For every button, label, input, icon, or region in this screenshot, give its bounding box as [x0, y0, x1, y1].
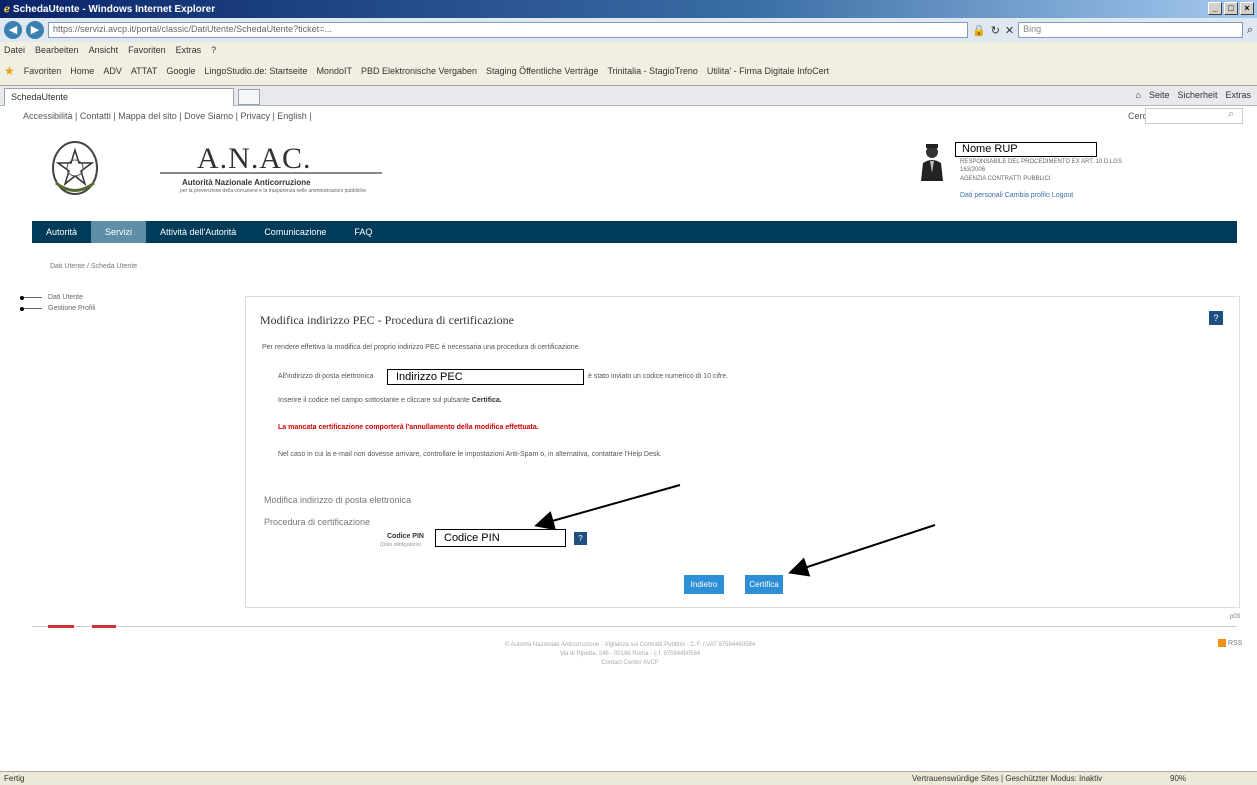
- cmd-tools[interactable]: Extras: [1225, 90, 1251, 100]
- fav-item[interactable]: ATTAT: [131, 66, 158, 76]
- address-bar[interactable]: https://servizi.avcp.it/portal/classic/D…: [48, 22, 968, 38]
- lock-icon[interactable]: 🔒: [972, 24, 986, 37]
- stop-icon[interactable]: ✕: [1005, 24, 1014, 37]
- pec-sentence-start: All'indirizzo di posta elettronica: [278, 373, 374, 380]
- main-nav: Autorità Servizi Attività dell'Autorità …: [32, 221, 1237, 243]
- panel-title: Modifica indirizzo PEC - Procedura di ce…: [260, 313, 514, 327]
- new-tab-button[interactable]: [238, 89, 260, 105]
- nav-autorita[interactable]: Autorità: [32, 221, 91, 243]
- breadcrumb[interactable]: Dati Utente / Scheda Utente: [50, 263, 137, 270]
- pin-required-hint: (Dato obbligatorio): [380, 542, 422, 548]
- nav-faq[interactable]: FAQ: [340, 221, 386, 243]
- nav-servizi[interactable]: Servizi: [91, 221, 147, 243]
- status-bar: Fertig Vertrauenswürdige Sites | Geschüt…: [0, 771, 1257, 785]
- user-avatar-icon: [921, 144, 943, 181]
- footer-line-3[interactable]: Contact Center AVCP: [450, 660, 810, 666]
- footer-line-1: © Autorità Nazionale Anticorruzione - Vi…: [504, 642, 756, 648]
- footer-accent-bar: [92, 625, 116, 628]
- warning-text: La mancata certificazione comporterà l'a…: [278, 424, 539, 431]
- menu-favorites[interactable]: Favoriten: [128, 45, 166, 55]
- status-text: Fertig: [4, 774, 25, 783]
- favorites-star-icon[interactable]: ★: [4, 64, 15, 78]
- fav-item[interactable]: ADV: [103, 66, 122, 76]
- nav-attivita[interactable]: Attività dell'Autorità: [146, 221, 250, 243]
- rss-link[interactable]: RSS: [1218, 639, 1242, 647]
- user-role-year: 163/2006: [960, 167, 986, 173]
- menu-view[interactable]: Ansicht: [89, 45, 119, 55]
- pin-input[interactable]: Codice PIN: [435, 529, 566, 547]
- cmd-security[interactable]: Sicherheit: [1177, 90, 1217, 100]
- tree-item-label: Dati Utente: [48, 294, 84, 301]
- pec-address: Indirizzo PEC: [387, 369, 584, 385]
- help-icon[interactable]: ?: [1209, 311, 1223, 325]
- fav-item[interactable]: Utilita' - Firma Digitale InfoCert: [707, 66, 829, 76]
- back-button[interactable]: ◀: [4, 21, 22, 39]
- fav-item[interactable]: Home: [70, 66, 94, 76]
- footer-divider: [32, 626, 1237, 627]
- anac-subtitle: Autorità Nazionale Anticorruzione: [182, 178, 311, 187]
- command-bar: ⌂ Seite Sicherheit Extras: [1136, 90, 1252, 100]
- fav-item[interactable]: PBD Elektronische Vergaben: [361, 66, 477, 76]
- security-zone[interactable]: Vertrauenswürdige Sites | Geschützter Mo…: [912, 774, 1102, 783]
- rss-icon: [1218, 639, 1226, 647]
- menu-tools[interactable]: Extras: [176, 45, 202, 55]
- menu-file[interactable]: Datei: [4, 45, 25, 55]
- anac-small-text: per la prevenzione della corruzione e la…: [180, 188, 366, 194]
- nav-comunicazione[interactable]: Comunicazione: [250, 221, 340, 243]
- intro-text: Per rendere effettiva la modifica del pr…: [262, 344, 581, 351]
- forward-button[interactable]: ▶: [26, 21, 44, 39]
- tab-scheda-utente[interactable]: SchedaUtente: [4, 88, 234, 106]
- fav-item[interactable]: Favoriten: [24, 66, 62, 76]
- site-search-icon[interactable]: ⌕: [1228, 108, 1234, 121]
- fav-item[interactable]: LingoStudio.de: Startseite: [204, 66, 307, 76]
- certify-keyword: Certifica.: [471, 397, 502, 404]
- tab-strip: SchedaUtente ⌂ Seite Sicherheit Extras: [0, 86, 1257, 106]
- side-tree: Dati Utente Gestione Profili: [20, 292, 95, 314]
- fav-item[interactable]: MondoIT: [316, 66, 352, 76]
- user-role: RESPONSABILE DEL PROCEDIMENTO EX ART. 10…: [960, 159, 1122, 165]
- pin-label: Codice PIN: [387, 533, 424, 540]
- fav-item[interactable]: Google: [166, 66, 195, 76]
- help-desk-text: Nel caso in cui la e-mail non dovesse ar…: [278, 451, 662, 458]
- section-modifica: Modifica indirizzo di posta elettronica: [264, 495, 412, 505]
- user-links[interactable]: Dati personali Cambia profilo Logout: [960, 192, 1073, 199]
- tree-item-label: Gestione Profili: [48, 305, 96, 312]
- pin-help-icon[interactable]: ?: [574, 532, 587, 545]
- close-window-button[interactable]: ×: [1240, 2, 1254, 15]
- back-button-indietro[interactable]: Indietro: [684, 575, 724, 594]
- tree-item-gestione-profili[interactable]: Gestione Profili: [20, 303, 95, 314]
- pec-sentence-end: è stato inviato un codice numerico di 10…: [588, 373, 729, 380]
- browser-search-input[interactable]: Bing: [1018, 22, 1243, 38]
- header-divider: [160, 172, 382, 174]
- cmd-page[interactable]: Seite: [1149, 90, 1170, 100]
- maximize-button[interactable]: □: [1224, 2, 1238, 15]
- zoom-level[interactable]: 90%: [1170, 774, 1186, 783]
- minimize-button[interactable]: _: [1208, 2, 1222, 15]
- fav-item[interactable]: Trinitalia - StagioTreno: [607, 66, 697, 76]
- italian-emblem-logo: [52, 141, 98, 195]
- search-icon[interactable]: ⌕: [1247, 24, 1253, 37]
- menu-edit[interactable]: Bearbeiten: [35, 45, 79, 55]
- certify-button[interactable]: Certifica: [745, 575, 783, 594]
- ie-logo-icon: ℯ: [4, 3, 10, 15]
- browser-menu-bar: Datei Bearbeiten Ansicht Favoriten Extra…: [0, 42, 1257, 57]
- footer-line-2: Via di Ripetta, 246 - 00186 Roma - c.f. …: [559, 651, 701, 657]
- home-icon[interactable]: ⌂: [1136, 90, 1141, 100]
- tree-item-dati-utente[interactable]: Dati Utente: [20, 292, 95, 303]
- user-name: Nome RUP: [955, 142, 1097, 157]
- refresh-icon[interactable]: ↻: [991, 24, 1000, 37]
- user-organization: AGENZIA CONTRATTI PUBBLICI: [960, 176, 1051, 182]
- window-title: SchedaUtente - Windows Internet Explorer: [12, 3, 216, 15]
- address-toolbar: ◀ ▶ https://servizi.avcp.it/portal/class…: [0, 18, 1257, 42]
- instruction-text: Inserire il codice nel campo sottostante…: [278, 397, 502, 404]
- top-links[interactable]: Accessibilità | Contatti | Mappa del sit…: [23, 111, 312, 121]
- fav-item[interactable]: Staging Öffentliche Verträge: [486, 66, 598, 76]
- footer-accent-bar: [48, 625, 74, 628]
- footer-code: p03: [1230, 614, 1241, 620]
- section-certificazione: Procedura di certificazione: [264, 517, 371, 527]
- menu-help[interactable]: ?: [211, 45, 216, 55]
- anac-title: A.N.AC.: [197, 142, 312, 175]
- favorites-bar: ★ Favoriten Home ADV ATTAT Google LingoS…: [0, 57, 1257, 86]
- window-titlebar: ℯ SchedaUtente - Windows Internet Explor…: [0, 0, 1257, 18]
